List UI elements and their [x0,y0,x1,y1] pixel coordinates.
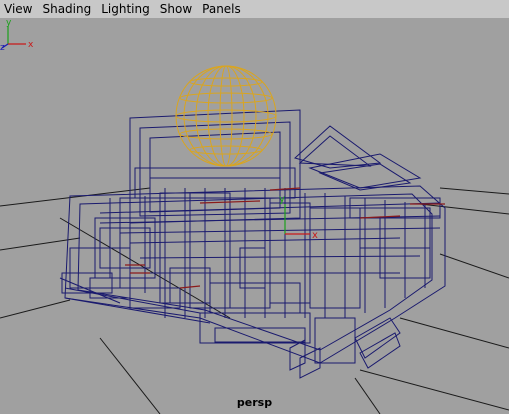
menu-view[interactable]: View [0,0,37,18]
selected-sphere-wireframe [175,65,277,167]
perspective-viewport[interactable]: x y y x z persp [0,18,509,414]
building-wireframe [59,109,446,379]
pivot-manipulator[interactable]: x y [279,194,318,241]
menu-show[interactable]: Show [155,0,197,18]
ground-grid [0,187,509,414]
axis-gizmo-icon: y x z [0,18,34,52]
menu-lighting[interactable]: Lighting [96,0,155,18]
menu-shading[interactable]: Shading [37,0,96,18]
panel-menubar: View Shading Lighting Show Panels [0,0,509,18]
maya-viewport-panel: View Shading Lighting Show Panels x y y … [0,0,509,414]
menu-panels[interactable]: Panels [197,0,246,18]
pivot-y-label: y [279,194,285,205]
gizmo-y-label: y [6,18,12,28]
gizmo-x-label: x [28,40,34,50]
pivot-x-label: x [312,230,318,241]
gizmo-z-label: z [0,43,5,52]
camera-name-label: persp [236,396,273,409]
scene-wireframe: x y [0,65,509,414]
